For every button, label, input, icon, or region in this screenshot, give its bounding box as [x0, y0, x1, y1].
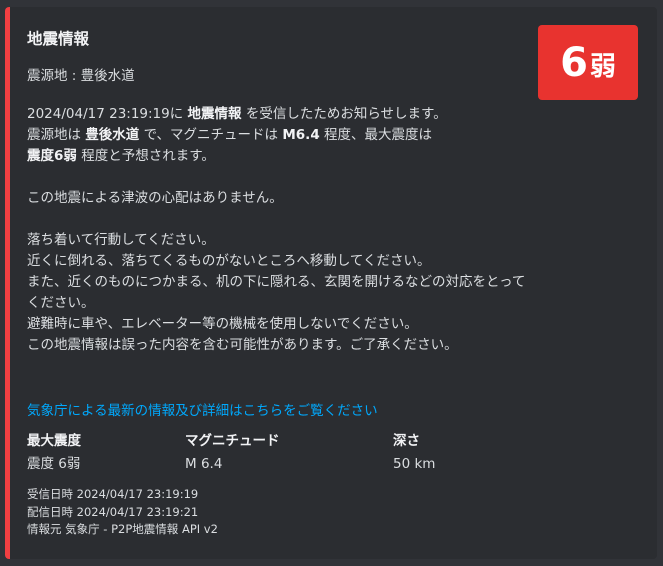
epicenter-name: 豊後水道 [85, 127, 140, 143]
jma-details-link[interactable]: 気象庁による最新の情報及び詳細はこちらをご覧ください [27, 399, 378, 419]
advice-line: この地震情報は誤った内容を含む可能性があります。ご了承ください。 [27, 337, 458, 353]
info-type: 地震情報 [187, 106, 242, 122]
summary-text: 程度と予想されます。 [81, 148, 215, 164]
field-name: 最大震度 [27, 433, 81, 449]
advice-line: また、近くのものにつかまる、机の下に隠れる、玄関を開けるなどの対応をとってくださ… [27, 274, 526, 311]
received-time: 受信日時 2024/04/17 23:19:19 [27, 487, 199, 501]
field-value: 震度 6弱 [27, 456, 81, 472]
field-depth: 深さ 50 km [393, 431, 435, 474]
intensity-value: 震度6弱 [27, 148, 77, 164]
embed-title: 地震情報 [27, 30, 90, 48]
earthquake-embed: 地震情報 震源地 : 豊後水道 6 弱 2024/04/17 23:19:19に… [5, 7, 657, 559]
magnitude-value: M6.4 [282, 127, 320, 143]
intensity-badge-level: 弱 [589, 51, 616, 82]
embed-subtitle: 震源地 : 豊後水道 [27, 68, 135, 84]
summary-text: 程度、最大震度は [324, 127, 433, 143]
summary-text: を受信したためお知らせします。 [245, 106, 447, 122]
summary-text: 震源地は [27, 127, 81, 143]
field-name: マグニチュード [185, 433, 280, 449]
field-value: 50 km [393, 456, 436, 472]
description-summary: 2024/04/17 23:19:19に 地震情報 を受信したためお知らせします… [27, 104, 532, 167]
intensity-badge-number: 6 [560, 39, 588, 86]
field-value: M 6.4 [185, 456, 223, 472]
advice-line: 避難時に車や、エレベーター等の機械を使用しないでください。 [27, 316, 418, 332]
field-name: 深さ [393, 433, 420, 449]
field-magnitude: マグニチュード M 6.4 [185, 431, 280, 474]
received-datetime: 2024/04/17 23:19:19に [27, 106, 184, 122]
advice-line: 落ち着いて行動してください。 [27, 232, 215, 248]
field-max-intensity: 最大震度 震度 6弱 [27, 431, 81, 474]
advice-line: 近くに倒れる、落ちてくるものがないところへ移動してください。 [27, 253, 431, 269]
summary-text: で、マグニチュードは [143, 127, 279, 143]
delivered-time: 配信日時 2024/04/17 23:19:21 [27, 504, 199, 519]
embed-description: 2024/04/17 23:19:19に 地震情報 を受信したためお知らせします… [27, 104, 532, 356]
embed-footer: 受信日時 2024/04/17 23:19:19 配信日時 2024/04/17… [27, 486, 218, 539]
intensity-badge: 6 弱 [538, 25, 638, 100]
tsunami-notice: この地震による津波の心配はありません。 [27, 190, 283, 206]
embed-accent-bar [5, 7, 10, 559]
info-source: 情報元 気象庁 - P2P地震情報 API v2 [27, 522, 218, 536]
